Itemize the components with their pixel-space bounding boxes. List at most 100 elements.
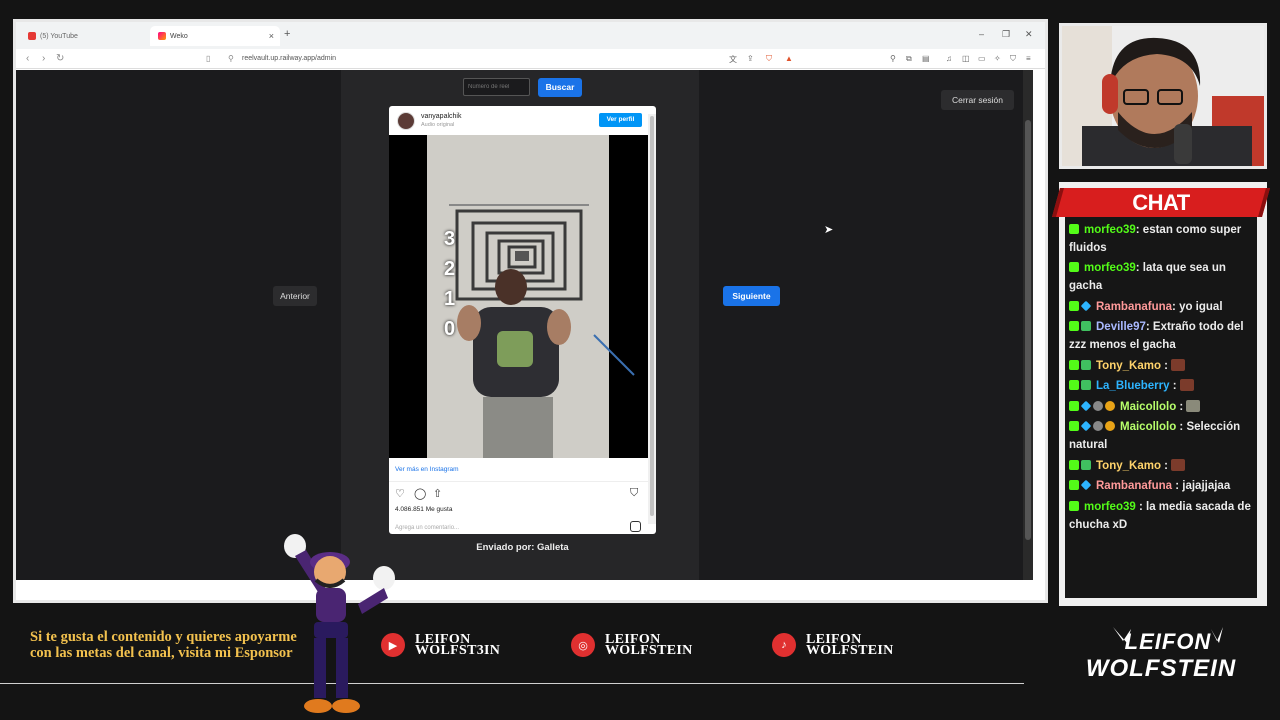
logout-button[interactable]: Cerrar sesión: [941, 90, 1014, 110]
instagram-logo-icon[interactable]: [630, 521, 641, 532]
save-icon[interactable]: ⛉: [630, 487, 638, 500]
chat-text: :: [1160, 459, 1172, 472]
reel-video[interactable]: 3 2 1 0: [389, 135, 648, 458]
sent-by-label: Enviado por: Galleta: [476, 542, 569, 553]
chat-title: CHAT: [1132, 190, 1190, 215]
instagram-icon: ◎: [571, 633, 595, 657]
youtube-favicon-icon: [28, 32, 36, 40]
divider: [389, 481, 648, 482]
chat-username[interactable]: Deville97: [1096, 321, 1146, 333]
coin-badge-icon: [1105, 400, 1115, 411]
kick-badge-icon: [1069, 500, 1079, 511]
previous-button[interactable]: Anterior: [273, 286, 317, 306]
tab-weko[interactable]: Weko ×: [150, 26, 280, 46]
bookmark-icon[interactable]: ▯: [206, 54, 210, 63]
kick-badge-icon: [1069, 321, 1079, 331]
webcam-feed: [1059, 23, 1267, 169]
view-profile-button[interactable]: Ver perfil: [599, 113, 642, 127]
close-window-icon[interactable]: ✕: [1025, 29, 1033, 40]
chat-message: La_Blueberry :: [1069, 377, 1255, 395]
mascot-character: [284, 534, 395, 713]
chat-username[interactable]: Rambanafuna: [1096, 301, 1172, 313]
restore-icon[interactable]: ❐: [1002, 29, 1010, 40]
new-tab-icon[interactable]: +: [284, 28, 290, 40]
web-page: Buscar Cerrar sesión Anterior Siguiente …: [16, 70, 1033, 580]
kick-badge-icon: [1069, 380, 1079, 390]
media-icon[interactable]: ♫: [946, 54, 952, 63]
share-icon[interactable]: ⇪: [747, 54, 754, 63]
heart-icon[interactable]: ♡: [395, 487, 405, 500]
chat-text: : yo igual: [1172, 300, 1223, 313]
share-icon[interactable]: ⇧: [433, 487, 442, 500]
embed-scrollbar[interactable]: [648, 114, 656, 524]
chat-username[interactable]: Maicollolo: [1120, 421, 1176, 433]
translate-icon[interactable]: 文: [729, 54, 737, 65]
chat-message: morfeo39: estan como super fluidos: [1069, 221, 1255, 257]
instagram-embed: vanyapalchik Audio original Ver perfil 3…: [389, 106, 656, 534]
reload-icon[interactable]: ↻: [56, 53, 64, 64]
avatar[interactable]: [397, 112, 415, 130]
logo-line1: LEIFON: [1124, 629, 1212, 654]
chat-username[interactable]: Tony_Kamo: [1096, 360, 1161, 372]
plus-badge-icon: [1081, 359, 1091, 370]
next-button[interactable]: Siguiente: [723, 286, 780, 306]
chat-message: Rambanafuna: yo igual: [1069, 298, 1255, 316]
overlay-divider: [0, 683, 1024, 684]
social-name: LEIFON WOLFSTEIN: [806, 633, 894, 658]
chat-username[interactable]: morfeo39: [1084, 224, 1136, 236]
pin-icon[interactable]: ⚲: [890, 54, 896, 63]
forward-icon[interactable]: ›: [42, 53, 45, 64]
chat-message: Tony_Kamo :: [1069, 357, 1255, 375]
diamond-badge-icon: [1080, 400, 1092, 411]
shield-badge-icon: [1093, 400, 1103, 411]
brave-rewards-icon[interactable]: ▲: [785, 54, 793, 63]
wallet-icon[interactable]: ▭: [978, 54, 986, 63]
comment-icon[interactable]: ◯: [414, 487, 426, 500]
logo-line2: WOLFSTEIN: [1085, 655, 1237, 682]
chat-message: Rambanafuna : jajajjajaa: [1069, 477, 1255, 495]
brave-shield-icon[interactable]: ⛉: [766, 54, 772, 64]
view-more-link[interactable]: Ver más en Instagram: [395, 466, 459, 473]
chat-username[interactable]: Rambanafuna: [1096, 480, 1172, 492]
close-tab-icon[interactable]: ×: [269, 31, 274, 41]
reel-number-input[interactable]: [463, 78, 530, 96]
chat-username[interactable]: Maicollolo: [1120, 401, 1176, 413]
plus-badge-icon: [1081, 321, 1091, 331]
url-field[interactable]: reelvault.up.railway.app/admin: [242, 55, 336, 62]
social-name: LEIFON WOLFSTEIN: [605, 633, 693, 658]
countdown-digit: 1: [444, 288, 456, 310]
kick-badge-icon: [1069, 262, 1079, 272]
vpn-icon[interactable]: ⛉: [1010, 54, 1016, 64]
address-bar: ‹ › ↻ ▯ ⚲ reelvault.up.railway.app/admin…: [16, 49, 1045, 69]
streamer-image: [1062, 26, 1264, 166]
kick-badge-icon: [1069, 400, 1079, 411]
chat-message: Deville97: Extraño todo del zzz menos el…: [1069, 318, 1255, 354]
chat-username[interactable]: morfeo39: [1084, 501, 1136, 513]
leo-icon[interactable]: ✧: [994, 54, 1001, 63]
comment-input[interactable]: Agrega un comentario...: [395, 525, 459, 531]
site-info-icon[interactable]: ⚲: [228, 54, 234, 63]
tab-list-icon[interactable]: ▤: [922, 54, 930, 63]
coin-badge-icon: [1105, 421, 1115, 431]
sidebar-icon[interactable]: ◫: [962, 54, 970, 63]
plus-badge-icon: [1081, 380, 1091, 390]
search-button[interactable]: Buscar: [538, 78, 582, 97]
emote-icon: [1171, 458, 1186, 471]
sponsor-text: Si te gusta el contenido y quieres apoya…: [30, 629, 297, 661]
page-scrollbar[interactable]: [1023, 70, 1033, 580]
chat-username[interactable]: La_Blueberry: [1096, 380, 1170, 392]
chat-username[interactable]: morfeo39: [1084, 262, 1136, 274]
tiktok-icon: ♪: [772, 633, 796, 657]
ig-username[interactable]: vanyapalchik: [421, 113, 461, 120]
minimize-icon[interactable]: –: [979, 29, 984, 39]
menu-icon[interactable]: ≡: [1026, 54, 1031, 63]
back-icon[interactable]: ‹: [26, 53, 29, 64]
diamond-badge-icon: [1080, 479, 1092, 491]
tab-youtube[interactable]: (5) YouTube: [20, 26, 150, 46]
chat-username[interactable]: Tony_Kamo: [1096, 460, 1161, 472]
extensions-icon[interactable]: ⧉: [906, 54, 912, 64]
countdown-digit: 2: [444, 258, 456, 280]
chat-message: Maicollolo :: [1069, 398, 1255, 416]
chat-message: morfeo39: lata que sea un gacha: [1069, 259, 1255, 295]
mouse-cursor-icon: ➤: [824, 224, 834, 236]
